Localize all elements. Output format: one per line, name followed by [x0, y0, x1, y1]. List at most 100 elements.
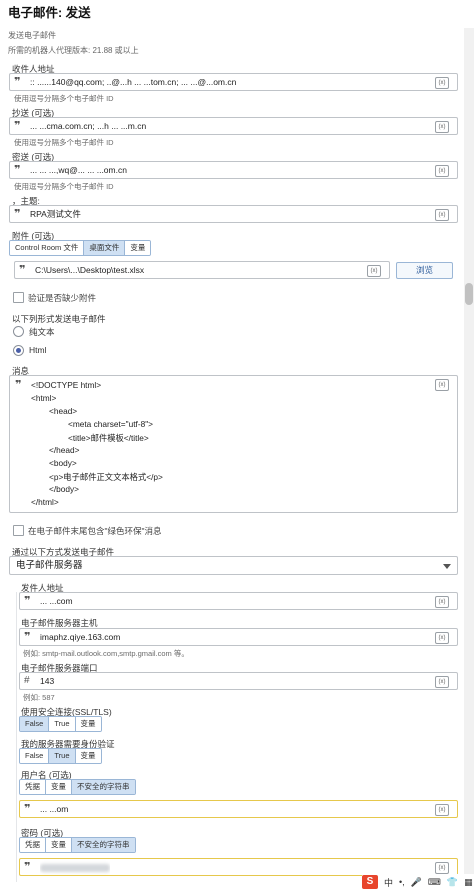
version-note: 所需的机器人代理版本: 21.88 或以上 [8, 46, 139, 55]
browse-button[interactable]: 浏览 [396, 262, 453, 279]
auth-false[interactable]: False [20, 749, 50, 763]
quote-icon: ❞ [24, 803, 31, 815]
code-line: </body> [49, 484, 79, 494]
tab-variable[interactable]: 变量 [46, 838, 72, 852]
auth-toggle: False True 变量 [19, 748, 102, 764]
ssl-false[interactable]: False [20, 717, 50, 731]
indent-guide [16, 592, 17, 882]
variable-icon[interactable]: (x) [435, 121, 449, 133]
attachment-path: C:\Users\...\Desktop\test.xlsx [35, 265, 145, 275]
bcc-value: ... ... ...,wq@... ... ...om.cn [30, 165, 127, 175]
send-via-select[interactable]: 电子邮件服务器 [9, 556, 458, 575]
lang-zh-icon[interactable]: 中 [384, 876, 393, 889]
attachment-path-field[interactable]: ❞ C:\Users\...\Desktop\test.xlsx (x) [14, 261, 390, 279]
code-line: <p>电子邮件正文文本格式</p> [49, 472, 163, 482]
microphone-icon[interactable]: 🎤 [411, 877, 422, 888]
code-line: <!DOCTYPE html> [31, 380, 102, 390]
tab-insecure-string[interactable]: 不安全的字符串 [72, 838, 135, 852]
variable-icon[interactable]: (x) [367, 265, 381, 277]
tab-credential[interactable]: 凭据 [20, 780, 46, 794]
scrollbar-thumb[interactable] [465, 283, 473, 305]
to-hint: 使用逗号分隔多个电子邮件 ID [14, 94, 114, 103]
code-line: <title>邮件模板</title> [68, 433, 149, 443]
html-label: Html [29, 345, 47, 355]
quote-icon: ❞ [14, 120, 21, 132]
password-mask [40, 859, 110, 875]
variable-icon[interactable]: (x) [435, 596, 449, 608]
punctuation-icon[interactable]: •, [399, 877, 405, 887]
ssl-true[interactable]: True [49, 717, 76, 731]
grid-icon[interactable]: ▦ [464, 877, 473, 888]
tab-variable[interactable]: 变量 [46, 780, 72, 794]
auth-true[interactable]: True [49, 749, 76, 763]
variable-icon[interactable]: (x) [435, 379, 449, 391]
host-field[interactable]: ❞ imaphz.qiye.163.com (x) [19, 628, 458, 646]
username-value: ... ...om [40, 804, 69, 814]
number-icon: # [24, 675, 30, 686]
port-value: 143 [40, 676, 55, 686]
cc-value: ... ...cma.com.cn; ...h ... ...m.cn [30, 121, 147, 131]
code-line: </head> [49, 445, 80, 455]
sogou-logo-icon[interactable]: S [362, 875, 378, 889]
variable-icon[interactable]: (x) [435, 165, 449, 177]
bcc-field[interactable]: ❞ ... ... ...,wq@... ... ...om.cn (x) [9, 161, 458, 179]
subject-field[interactable]: ❞ RPA测试文件 (x) [9, 205, 458, 223]
cc-field[interactable]: ❞ ... ...cma.com.cn; ...h ... ...m.cn (x… [9, 117, 458, 135]
sender-value: ... ...com [40, 596, 73, 606]
tab-desktop-file[interactable]: 桌面文件 [84, 241, 126, 255]
message-editor[interactable]: ❞ <!DOCTYPE html> <html> <head> <meta ch… [9, 375, 458, 513]
verify-attachment-label: 验证是否缺少附件 [28, 293, 97, 303]
quote-icon: ❞ [14, 76, 21, 88]
tab-variable[interactable]: 变量 [125, 241, 151, 255]
subject-value: RPA测试文件 [30, 209, 81, 219]
password-type-tabs: 凭据 变量 不安全的字符串 [19, 837, 136, 853]
quote-icon: ❞ [24, 595, 31, 607]
code-line: <head> [49, 406, 78, 416]
plain-text-label: 纯文本 [29, 327, 55, 337]
code-line: </html> [31, 497, 59, 507]
verify-attachment-checkbox[interactable] [13, 292, 24, 303]
port-field[interactable]: # 143 (x) [19, 672, 458, 690]
tab-control-room[interactable]: Control Room 文件 [10, 241, 85, 255]
port-hint: 例如: 587 [23, 693, 55, 702]
bcc-hint: 使用逗号分隔多个电子邮件 ID [14, 182, 114, 191]
ssl-variable[interactable]: 变量 [75, 717, 101, 731]
variable-icon[interactable]: (x) [435, 862, 449, 874]
code-line: <body> [49, 458, 77, 468]
quote-icon: ❞ [24, 631, 31, 643]
page-subtitle: 发送电子邮件 [8, 31, 56, 40]
ssl-toggle: False True 变量 [19, 716, 102, 732]
to-field[interactable]: ❞ :: ......140@qq.com; ..@...h ... ...to… [9, 73, 458, 91]
format-label: 以下列形式发送电子邮件 [12, 314, 106, 324]
page-title: 电子邮件: 发送 [8, 6, 91, 20]
quote-icon: ❞ [24, 861, 31, 873]
send-via-value: 电子邮件服务器 [16, 560, 83, 571]
sender-field[interactable]: ❞ ... ...com (x) [19, 592, 458, 610]
tab-insecure-string[interactable]: 不安全的字符串 [72, 780, 135, 794]
variable-icon[interactable]: (x) [435, 676, 449, 688]
code-line: <meta charset="utf-8"> [68, 419, 153, 429]
username-type-tabs: 凭据 变量 不安全的字符串 [19, 779, 136, 795]
variable-icon[interactable]: (x) [435, 77, 449, 89]
variable-icon[interactable]: (x) [435, 209, 449, 221]
host-hint: 例如: smtp-mail.outlook.com,smtp.gmail.com… [23, 649, 189, 658]
quote-icon: ❞ [14, 164, 21, 176]
scrollbar[interactable] [464, 28, 474, 890]
skin-icon[interactable]: 👕 [447, 877, 458, 888]
auth-variable[interactable]: 变量 [75, 749, 101, 763]
keyboard-icon[interactable]: ⌨ [428, 877, 441, 888]
green-footer-checkbox[interactable] [13, 525, 24, 536]
radio-plain-text[interactable] [13, 326, 24, 337]
username-field[interactable]: ❞ ... ...om (x) [19, 800, 458, 818]
cc-hint: 使用逗号分隔多个电子邮件 ID [14, 138, 114, 147]
host-value: imaphz.qiye.163.com [40, 632, 121, 642]
ime-toolbar[interactable]: S 中 •, 🎤 ⌨ 👕 ▦ [362, 874, 474, 890]
variable-icon[interactable]: (x) [435, 632, 449, 644]
tab-credential[interactable]: 凭据 [20, 838, 46, 852]
radio-html[interactable] [13, 345, 24, 356]
to-value: :: ......140@qq.com; ..@...h ... ...tom.… [30, 77, 237, 87]
variable-icon[interactable]: (x) [435, 804, 449, 816]
green-footer-label: 在电子邮件末尾包含"绿色环保"消息 [28, 526, 162, 536]
quote-icon: ❞ [15, 379, 22, 391]
quote-icon: ❞ [14, 208, 21, 220]
